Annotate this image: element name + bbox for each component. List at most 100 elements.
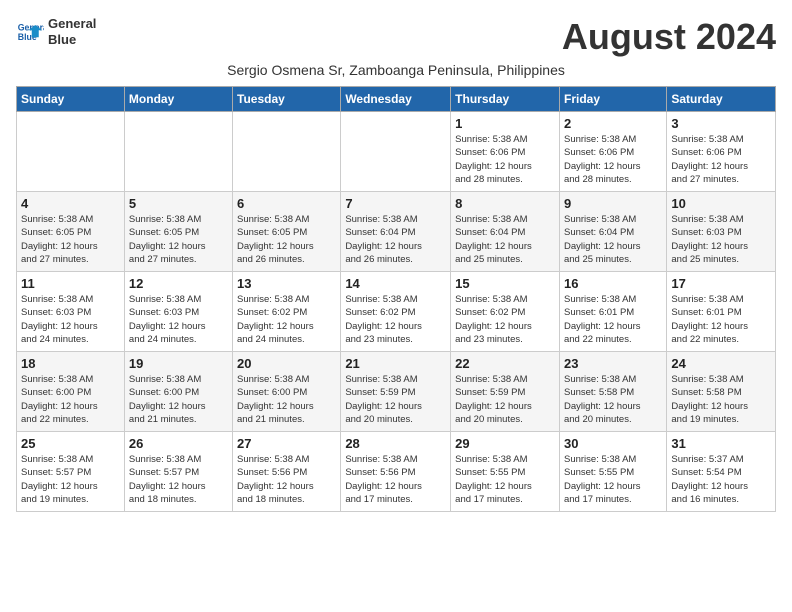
day-number: 25 bbox=[21, 436, 120, 451]
calendar-table: SundayMondayTuesdayWednesdayThursdayFrid… bbox=[16, 86, 776, 512]
calendar-cell: 13 Sunrise: 5:38 AM Sunset: 6:02 PM Dayli… bbox=[233, 272, 341, 352]
logo-icon: General Blue bbox=[16, 18, 44, 46]
day-number: 27 bbox=[237, 436, 336, 451]
subtitle: Sergio Osmena Sr, Zamboanga Peninsula, P… bbox=[16, 62, 776, 78]
day-number: 29 bbox=[455, 436, 555, 451]
day-info: Sunrise: 5:38 AM Sunset: 6:05 PM Dayligh… bbox=[237, 213, 336, 266]
day-number: 14 bbox=[345, 276, 446, 291]
day-header-wednesday: Wednesday bbox=[341, 87, 451, 112]
calendar-cell: 19 Sunrise: 5:38 AM Sunset: 6:00 PM Dayli… bbox=[124, 352, 232, 432]
day-info: Sunrise: 5:38 AM Sunset: 5:55 PM Dayligh… bbox=[455, 453, 555, 506]
day-number: 31 bbox=[671, 436, 771, 451]
day-info: Sunrise: 5:38 AM Sunset: 6:05 PM Dayligh… bbox=[21, 213, 120, 266]
day-info: Sunrise: 5:38 AM Sunset: 6:02 PM Dayligh… bbox=[345, 293, 446, 346]
day-info: Sunrise: 5:38 AM Sunset: 6:06 PM Dayligh… bbox=[564, 133, 662, 186]
day-info: Sunrise: 5:38 AM Sunset: 5:59 PM Dayligh… bbox=[455, 373, 555, 426]
calendar-cell: 30 Sunrise: 5:38 AM Sunset: 5:55 PM Dayli… bbox=[559, 432, 666, 512]
calendar-cell: 15 Sunrise: 5:38 AM Sunset: 6:02 PM Dayli… bbox=[451, 272, 560, 352]
calendar-cell: 7 Sunrise: 5:38 AM Sunset: 6:04 PM Daylig… bbox=[341, 192, 451, 272]
day-number: 24 bbox=[671, 356, 771, 371]
day-info: Sunrise: 5:38 AM Sunset: 6:00 PM Dayligh… bbox=[129, 373, 228, 426]
calendar-cell bbox=[233, 112, 341, 192]
day-info: Sunrise: 5:38 AM Sunset: 6:02 PM Dayligh… bbox=[237, 293, 336, 346]
day-number: 13 bbox=[237, 276, 336, 291]
calendar-cell: 23Sunrise: 5:38 AM Sunset: 5:58 PM Dayli… bbox=[559, 352, 666, 432]
calendar-cell: 22Sunrise: 5:38 AM Sunset: 5:59 PM Dayli… bbox=[451, 352, 560, 432]
day-number: 2 bbox=[564, 116, 662, 131]
day-info: Sunrise: 5:38 AM Sunset: 6:04 PM Dayligh… bbox=[345, 213, 446, 266]
day-number: 19 bbox=[129, 356, 228, 371]
day-header-tuesday: Tuesday bbox=[233, 87, 341, 112]
day-number: 5 bbox=[129, 196, 228, 211]
calendar-week-2: 4 Sunrise: 5:38 AM Sunset: 6:05 PM Daylig… bbox=[17, 192, 776, 272]
day-info: Sunrise: 5:38 AM Sunset: 5:57 PM Dayligh… bbox=[129, 453, 228, 506]
calendar-week-1: 1 Sunrise: 5:38 AM Sunset: 6:06 PM Daylig… bbox=[17, 112, 776, 192]
day-info: Sunrise: 5:38 AM Sunset: 6:04 PM Dayligh… bbox=[564, 213, 662, 266]
day-number: 28 bbox=[345, 436, 446, 451]
day-info: Sunrise: 5:38 AM Sunset: 6:06 PM Dayligh… bbox=[455, 133, 555, 186]
calendar-cell: 26Sunrise: 5:38 AM Sunset: 5:57 PM Dayli… bbox=[124, 432, 232, 512]
day-info: Sunrise: 5:38 AM Sunset: 6:00 PM Dayligh… bbox=[21, 373, 120, 426]
day-info: Sunrise: 5:38 AM Sunset: 5:56 PM Dayligh… bbox=[345, 453, 446, 506]
calendar-cell: 6 Sunrise: 5:38 AM Sunset: 6:05 PM Daylig… bbox=[233, 192, 341, 272]
day-info: Sunrise: 5:38 AM Sunset: 5:55 PM Dayligh… bbox=[564, 453, 662, 506]
calendar-cell: 16 Sunrise: 5:38 AM Sunset: 6:01 PM Dayli… bbox=[559, 272, 666, 352]
calendar-cell: 11 Sunrise: 5:38 AM Sunset: 6:03 PM Dayli… bbox=[17, 272, 125, 352]
day-info: Sunrise: 5:38 AM Sunset: 6:01 PM Dayligh… bbox=[564, 293, 662, 346]
day-number: 11 bbox=[21, 276, 120, 291]
calendar-cell bbox=[17, 112, 125, 192]
logo-line1: General bbox=[48, 16, 96, 32]
calendar-cell: 8Sunrise: 5:38 AM Sunset: 6:04 PM Daylig… bbox=[451, 192, 560, 272]
day-header-friday: Friday bbox=[559, 87, 666, 112]
day-info: Sunrise: 5:38 AM Sunset: 5:58 PM Dayligh… bbox=[564, 373, 662, 426]
day-number: 3 bbox=[671, 116, 771, 131]
day-info: Sunrise: 5:38 AM Sunset: 6:06 PM Dayligh… bbox=[671, 133, 771, 186]
calendar-cell: 10 Sunrise: 5:38 AM Sunset: 6:03 PM Dayli… bbox=[667, 192, 776, 272]
calendar-cell bbox=[341, 112, 451, 192]
calendar-cell: 29 Sunrise: 5:38 AM Sunset: 5:55 PM Dayli… bbox=[451, 432, 560, 512]
day-number: 4 bbox=[21, 196, 120, 211]
day-number: 7 bbox=[345, 196, 446, 211]
calendar-cell: 21 Sunrise: 5:38 AM Sunset: 5:59 PM Dayli… bbox=[341, 352, 451, 432]
logo: General Blue General Blue bbox=[16, 16, 96, 47]
calendar-cell: 5Sunrise: 5:38 AM Sunset: 6:05 PM Daylig… bbox=[124, 192, 232, 272]
calendar-week-3: 11 Sunrise: 5:38 AM Sunset: 6:03 PM Dayli… bbox=[17, 272, 776, 352]
calendar-cell bbox=[124, 112, 232, 192]
calendar-cell: 27 Sunrise: 5:38 AM Sunset: 5:56 PM Dayli… bbox=[233, 432, 341, 512]
day-info: Sunrise: 5:38 AM Sunset: 5:59 PM Dayligh… bbox=[345, 373, 446, 426]
calendar-cell: 3 Sunrise: 5:38 AM Sunset: 6:06 PM Daylig… bbox=[667, 112, 776, 192]
day-header-saturday: Saturday bbox=[667, 87, 776, 112]
day-info: Sunrise: 5:38 AM Sunset: 5:56 PM Dayligh… bbox=[237, 453, 336, 506]
calendar-cell: 24Sunrise: 5:38 AM Sunset: 5:58 PM Dayli… bbox=[667, 352, 776, 432]
day-number: 10 bbox=[671, 196, 771, 211]
calendar-cell: 25 Sunrise: 5:38 AM Sunset: 5:57 PM Dayli… bbox=[17, 432, 125, 512]
calendar-cell: 1 Sunrise: 5:38 AM Sunset: 6:06 PM Daylig… bbox=[451, 112, 560, 192]
day-info: Sunrise: 5:37 AM Sunset: 5:54 PM Dayligh… bbox=[671, 453, 771, 506]
calendar-cell: 12Sunrise: 5:38 AM Sunset: 6:03 PM Dayli… bbox=[124, 272, 232, 352]
calendar-body: 1 Sunrise: 5:38 AM Sunset: 6:06 PM Daylig… bbox=[17, 112, 776, 512]
day-number: 16 bbox=[564, 276, 662, 291]
day-number: 30 bbox=[564, 436, 662, 451]
calendar-cell: 14 Sunrise: 5:38 AM Sunset: 6:02 PM Dayli… bbox=[341, 272, 451, 352]
day-info: Sunrise: 5:38 AM Sunset: 6:02 PM Dayligh… bbox=[455, 293, 555, 346]
calendar-cell: 18 Sunrise: 5:38 AM Sunset: 6:00 PM Dayli… bbox=[17, 352, 125, 432]
day-info: Sunrise: 5:38 AM Sunset: 6:03 PM Dayligh… bbox=[21, 293, 120, 346]
logo-line2: Blue bbox=[48, 32, 96, 48]
calendar-cell: 9Sunrise: 5:38 AM Sunset: 6:04 PM Daylig… bbox=[559, 192, 666, 272]
day-number: 21 bbox=[345, 356, 446, 371]
day-header-thursday: Thursday bbox=[451, 87, 560, 112]
day-number: 17 bbox=[671, 276, 771, 291]
day-info: Sunrise: 5:38 AM Sunset: 6:03 PM Dayligh… bbox=[671, 213, 771, 266]
day-info: Sunrise: 5:38 AM Sunset: 6:00 PM Dayligh… bbox=[237, 373, 336, 426]
calendar-week-4: 18 Sunrise: 5:38 AM Sunset: 6:00 PM Dayli… bbox=[17, 352, 776, 432]
day-info: Sunrise: 5:38 AM Sunset: 5:57 PM Dayligh… bbox=[21, 453, 120, 506]
calendar-cell: 31 Sunrise: 5:37 AM Sunset: 5:54 PM Dayli… bbox=[667, 432, 776, 512]
day-number: 15 bbox=[455, 276, 555, 291]
calendar-week-5: 25 Sunrise: 5:38 AM Sunset: 5:57 PM Dayli… bbox=[17, 432, 776, 512]
calendar-cell: 17Sunrise: 5:38 AM Sunset: 6:01 PM Dayli… bbox=[667, 272, 776, 352]
day-number: 1 bbox=[455, 116, 555, 131]
day-number: 18 bbox=[21, 356, 120, 371]
calendar-header-row: SundayMondayTuesdayWednesdayThursdayFrid… bbox=[17, 87, 776, 112]
day-number: 20 bbox=[237, 356, 336, 371]
day-number: 6 bbox=[237, 196, 336, 211]
